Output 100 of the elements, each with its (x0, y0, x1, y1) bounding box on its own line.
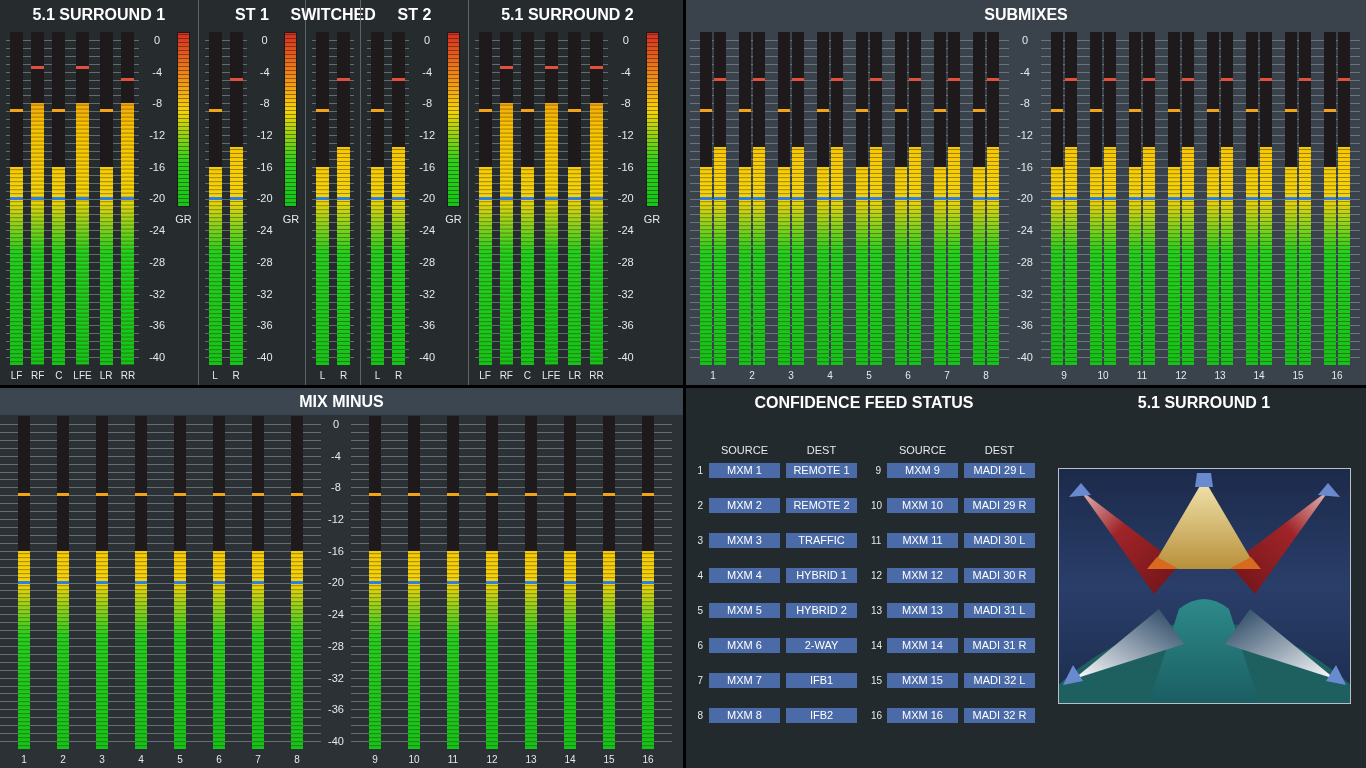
meter-label: LFE (73, 369, 92, 383)
scale-label: -28 (255, 255, 274, 268)
dest-cell: MADI 31 R (964, 638, 1035, 653)
row-number: 1 (696, 464, 703, 478)
source-cell: MXM 3 (709, 533, 780, 548)
scale-label: -20 (1016, 192, 1034, 205)
source-cell: MXM 6 (709, 638, 780, 653)
panel-title: 5.1 SURROUND 1 (1137, 393, 1271, 413)
reference-marker (337, 196, 351, 200)
meter-label: 1 (710, 369, 716, 383)
source-cell: MXM 11 (887, 533, 958, 548)
meter-label: GR (445, 212, 462, 227)
source-cell: MXM 15 (887, 673, 958, 688)
reference-marker (948, 196, 960, 200)
reference-marker (486, 580, 498, 584)
scale-label: -32 (255, 287, 274, 300)
scale-label: -4 (1019, 65, 1031, 78)
dest-cell: REMOTE 1 (786, 463, 857, 478)
scale-label: -36 (418, 319, 437, 332)
reference-marker (57, 580, 69, 584)
scale-label: 0 (331, 418, 341, 430)
scale-label: -12 (1016, 129, 1034, 142)
meter-label: 7 (944, 369, 950, 383)
meter-label: LF (479, 369, 491, 383)
meter-label: 9 (1061, 369, 1067, 383)
scale-label: -12 (327, 513, 345, 526)
meter-label: 16 (642, 753, 654, 767)
source-cell: MXM 2 (709, 498, 780, 513)
scale-label: -4 (619, 65, 632, 78)
scale-label: -8 (258, 97, 271, 110)
reference-marker (603, 580, 615, 584)
reference-marker (1285, 196, 1297, 200)
meter-label: LFE (542, 369, 561, 383)
scale-label: 0 (621, 34, 630, 46)
source-cell: MXM 1 (709, 463, 780, 478)
scale-label: -20 (255, 192, 274, 205)
scale-label: -28 (616, 255, 635, 268)
meter-label: 8 (294, 753, 300, 767)
meter-label: RF (499, 369, 513, 383)
source-cell: MXM 5 (709, 603, 780, 618)
meter-label: LR (99, 369, 113, 383)
reference-marker (831, 196, 843, 200)
reference-marker (96, 580, 108, 584)
meter-label: 8 (983, 369, 989, 383)
reference-marker (973, 196, 985, 200)
reference-marker (1051, 196, 1063, 200)
scale-label: -32 (616, 287, 635, 300)
dest-cell: REMOTE 2 (786, 498, 857, 513)
row-number: 11 (871, 534, 881, 548)
scale-label: -40 (1016, 350, 1034, 363)
scale-label: -8 (619, 97, 632, 110)
reference-marker (1065, 196, 1077, 200)
dest-cell: TRAFFIC (786, 533, 857, 548)
scale-label: -12 (616, 129, 635, 142)
meter-label: 5 (866, 369, 872, 383)
row-number: 3 (696, 534, 703, 548)
reference-marker (1221, 196, 1233, 200)
reference-marker (18, 580, 30, 584)
column-header: SOURCE (897, 443, 948, 458)
dest-cell: 2-WAY (786, 638, 857, 653)
scale-label: 0 (260, 34, 269, 46)
scale-label: -28 (418, 255, 437, 268)
scale-label: -8 (1019, 97, 1031, 110)
scale-label: -16 (148, 160, 167, 173)
scale-label: -12 (255, 129, 274, 142)
source-cell: MXM 14 (887, 638, 958, 653)
scale-label: -24 (327, 608, 345, 621)
dest-cell: MADI 31 L (964, 603, 1035, 618)
scale-label: -16 (327, 544, 345, 557)
scale-label: -4 (258, 65, 271, 78)
reference-marker (371, 196, 385, 200)
meter-label: RF (31, 369, 45, 383)
scale-label: -32 (148, 287, 167, 300)
meter-label: 13 (1214, 369, 1226, 383)
row-number: 8 (696, 709, 703, 723)
reference-marker (700, 196, 712, 200)
source-cell: MXM 7 (709, 673, 780, 688)
reference-marker (252, 580, 264, 584)
meter-label: RR (589, 369, 604, 383)
dest-cell: MADI 30 R (964, 568, 1035, 583)
dest-cell: MADI 32 L (964, 673, 1035, 688)
dest-cell: HYBRID 1 (786, 568, 857, 583)
dest-cell: MADI 29 L (964, 463, 1035, 478)
source-cell: MXM 13 (887, 603, 958, 618)
reference-marker (590, 196, 604, 200)
scale-label: -24 (418, 224, 437, 237)
row-number: 6 (696, 639, 703, 653)
meter-label: 10 (1097, 369, 1109, 383)
column-header: DEST (805, 443, 838, 458)
scale-label: -16 (255, 160, 274, 173)
meter-label: 3 (788, 369, 794, 383)
panel-title: SWITCHED (290, 5, 376, 25)
reference-marker (1260, 196, 1272, 200)
reference-marker (544, 196, 558, 200)
meter-label: 9 (372, 753, 378, 767)
reference-marker (478, 196, 492, 200)
panel-title: SUBMIXES (984, 5, 1068, 25)
scale-label: -16 (616, 160, 635, 173)
scale-label: -28 (327, 639, 345, 652)
reference-marker (1246, 196, 1258, 200)
